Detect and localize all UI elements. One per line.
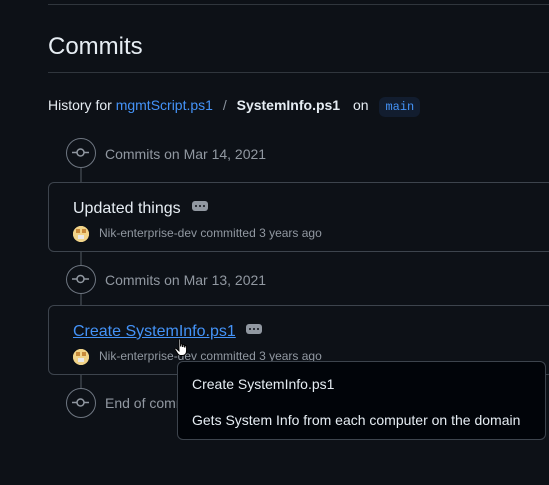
title-divider <box>48 72 549 73</box>
breadcrumb: History for mgmtScript.ps1 / SystemInfo.… <box>48 97 421 117</box>
tooltip-description: Gets System Info from each computer on t… <box>192 412 521 428</box>
list-item: Updated things Nik-enterprise-dev commit… <box>48 182 549 252</box>
branch-badge[interactable]: main <box>379 97 421 117</box>
avatar[interactable] <box>73 349 89 365</box>
kebab-horizontal-icon[interactable] <box>192 201 208 211</box>
commit-time: committed 3 years ago <box>200 226 322 240</box>
commit-author: Nik-enterprise-dev committed 3 years ago <box>99 226 322 240</box>
tooltip-title: Create SystemInfo.ps1 <box>192 376 335 392</box>
pointer-cursor-icon <box>173 338 191 363</box>
author-link[interactable]: Nik-enterprise-dev <box>99 226 197 240</box>
top-divider <box>48 0 549 5</box>
repo-link[interactable]: mgmtScript.ps1 <box>116 97 213 113</box>
avatar[interactable] <box>73 226 89 242</box>
commit-tooltip: Create SystemInfo.ps1 Gets System Info f… <box>177 361 546 440</box>
commit-group-label: Commits on Mar 13, 2021 <box>105 272 267 288</box>
file-name: SystemInfo.ps1 <box>236 97 341 113</box>
history-prefix: History for <box>48 97 112 113</box>
kebab-horizontal-icon[interactable] <box>246 324 262 334</box>
git-commit-icon <box>66 265 96 294</box>
timeline-line <box>80 374 82 388</box>
page-title: Commits <box>48 33 143 60</box>
commit-title[interactable]: Updated things <box>73 200 181 218</box>
git-commit-icon <box>66 388 96 418</box>
timeline-line <box>80 250 82 265</box>
git-commit-icon <box>66 138 96 168</box>
commit-group-label: Commits on Mar 14, 2021 <box>105 146 267 162</box>
breadcrumb-separator: / <box>222 97 227 113</box>
on-label: on <box>352 97 369 113</box>
commit-title-link[interactable]: Create SystemInfo.ps1 <box>73 323 236 341</box>
